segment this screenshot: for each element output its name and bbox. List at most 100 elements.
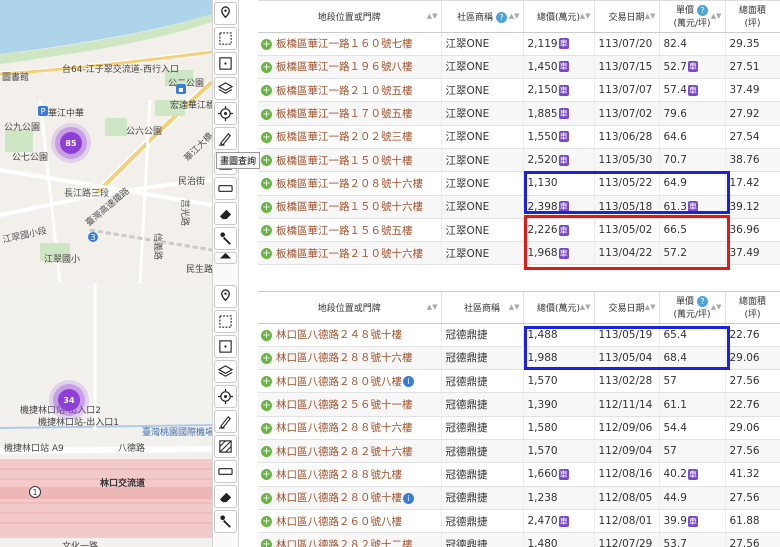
expand-plus-icon[interactable]: +: [261, 516, 272, 528]
expand-plus-icon[interactable]: +: [261, 85, 272, 97]
eraser-icon[interactable]: [214, 202, 237, 225]
sort-icon[interactable]: ▲▼: [580, 303, 591, 311]
address-text[interactable]: 板橋區華江一路１５６號五樓: [276, 225, 413, 237]
cell-address[interactable]: + 板橋區華江一路２０８號十六樓: [258, 171, 442, 196]
measure-area-icon[interactable]: [214, 52, 237, 75]
cell-address[interactable]: + 林口區八德路２４８號十樓: [258, 323, 442, 347]
cell-address[interactable]: + 林口區八德路２８８號九樓: [258, 462, 442, 487]
cell-address[interactable]: + 林口區八德路２８２號十二樓: [258, 532, 442, 547]
expand-plus-icon[interactable]: +: [261, 539, 272, 547]
cell-address[interactable]: + 板橋區華江一路２０２號三樓: [258, 125, 442, 149]
help-icon[interactable]: ?: [696, 5, 708, 17]
column-header-total-price[interactable]: 總價(萬元) ▲▼: [523, 292, 595, 324]
expand-plus-icon[interactable]: +: [261, 108, 272, 120]
expand-plus-icon[interactable]: +: [261, 329, 272, 341]
column-header-date[interactable]: 交易日期 ▲▼: [594, 292, 660, 324]
expand-plus-icon[interactable]: +: [261, 422, 272, 434]
sort-icon[interactable]: ▲▼: [427, 12, 438, 20]
cell-address[interactable]: + 板橋區華江一路１９６號八樓: [258, 55, 442, 80]
column-header-date[interactable]: 交易日期 ▲▼: [594, 1, 660, 33]
ruler-icon[interactable]: [214, 177, 237, 200]
address-text[interactable]: 板橋區華江一路２０８號十六樓: [276, 178, 423, 190]
table-row[interactable]: + 林口區八德路２８８號九樓 冠德鼎捷 1,660 車 112/08/16 40.2 車 41.…: [258, 462, 780, 487]
help-icon[interactable]: ?: [696, 296, 708, 308]
address-text[interactable]: 林口區八德路２８８號九樓: [276, 469, 402, 481]
address-text[interactable]: 林口區八德路２４８號十樓: [276, 329, 402, 341]
address-text[interactable]: 板橋區華江一路１５０號十樓: [276, 155, 413, 167]
expand-plus-icon[interactable]: +: [261, 352, 272, 364]
layers-icon[interactable]: [214, 360, 237, 383]
expand-plus-icon[interactable]: +: [261, 201, 272, 213]
expand-plus-icon[interactable]: +: [261, 492, 272, 504]
map-cluster-marker[interactable]: 34: [58, 389, 80, 411]
hatch-area-icon[interactable]: [214, 435, 237, 458]
column-header-area[interactable]: 總面積 (坪): [725, 1, 780, 33]
cell-address[interactable]: + 板橋區華江一路２１０號五樓: [258, 78, 442, 103]
cell-address[interactable]: + 板橋區華江一路１６０號七樓: [258, 32, 442, 56]
column-header-address[interactable]: 地段位置或門牌 ▲▼: [258, 292, 442, 324]
ruler-icon[interactable]: [214, 460, 237, 483]
table-row[interactable]: + 林口區八德路２８２號十二樓 冠德鼎捷 1,480 112/07/29 53.7 27.5…: [258, 532, 780, 547]
eraser-icon[interactable]: [214, 485, 237, 508]
pointer-icon[interactable]: [214, 510, 237, 533]
table-row[interactable]: + 板橋區華江一路２０２號三樓 江翠ONE 1,550 車 113/06/28 64.6 27…: [258, 125, 780, 149]
target-icon[interactable]: [214, 385, 237, 408]
table-row[interactable]: + 板橋區華江一路１５０號十樓 江翠ONE 2,520 車 113/05/30 70.7 38…: [258, 148, 780, 173]
address-text[interactable]: 板橋區華江一路１５０號十六樓: [276, 201, 423, 213]
column-header-address[interactable]: 地段位置或門牌 ▲▼: [258, 1, 442, 33]
column-header-total-price[interactable]: 總價(萬元) ▲▼: [523, 1, 595, 33]
pointer-icon[interactable]: [214, 227, 237, 250]
target-icon[interactable]: [214, 102, 237, 125]
map-cluster-marker[interactable]: 85: [60, 132, 82, 154]
table-row[interactable]: + 林口區八德路２５６號十一樓 冠德鼎捷 1,390 112/11/14 61.1 22.7…: [258, 392, 780, 417]
address-text[interactable]: 林口區八德路２８０號八樓: [276, 376, 402, 388]
address-text[interactable]: 板橋區華江一路２１０號五樓: [276, 85, 413, 97]
info-icon[interactable]: i: [403, 376, 414, 388]
measure-area-icon[interactable]: [214, 335, 237, 358]
cell-address[interactable]: + 板橋區華江一路１７０號五樓: [258, 101, 442, 126]
help-icon[interactable]: ?: [495, 11, 507, 23]
address-text[interactable]: 板橋區華江一路１６０號七樓: [276, 38, 413, 50]
address-text[interactable]: 林口區八德路２８８號十六樓: [276, 352, 413, 364]
info-icon[interactable]: i: [403, 492, 414, 504]
expand-plus-icon[interactable]: +: [261, 61, 272, 73]
expand-plus-icon[interactable]: +: [261, 131, 272, 143]
address-text[interactable]: 板橋區華江一路１７０號五樓: [276, 108, 413, 120]
location-pin-icon[interactable]: [214, 2, 237, 25]
cell-address[interactable]: + 林口區八德路２８２號十六樓: [258, 439, 442, 464]
expand-plus-icon[interactable]: +: [261, 155, 272, 167]
sort-icon[interactable]: ▲▼: [580, 12, 591, 20]
column-header-unit-price[interactable]: 單價 ? (萬元/坪) ▲▼: [659, 292, 726, 324]
map-panel-bottom[interactable]: 機捷林口站-出入口2 機捷林口站-出入口1 機捷林口站 A9 八德路 臺灣桃園國…: [0, 283, 212, 547]
cell-address[interactable]: + 林口區八德路２５６號十一樓: [258, 392, 442, 417]
expand-plus-icon[interactable]: +: [261, 469, 272, 481]
sort-icon[interactable]: ▲▼: [711, 12, 722, 20]
draw-query-icon[interactable]: [214, 410, 237, 433]
table-row[interactable]: + 林口區八德路２８８號十六樓 冠德鼎捷 1,580 112/09/06 54.4 29.0…: [258, 416, 780, 440]
cell-address[interactable]: + 林口區八德路２８０號八樓 i: [258, 369, 442, 394]
table-row[interactable]: + 板橋區華江一路１７０號五樓 江翠ONE 1,885 車 113/07/02 79.6 27…: [258, 101, 780, 126]
cell-address[interactable]: + 板橋區華江一路２１０號十六樓: [258, 241, 442, 266]
table-row[interactable]: + 林口區八德路２６０號八樓 冠德鼎捷 2,470 車 112/08/01 39.9 車 61.…: [258, 509, 780, 534]
table-row[interactable]: + 板橋區華江一路１９６號八樓 江翠ONE 1,450 車 113/07/15 52.7 車 2…: [258, 55, 780, 80]
expand-plus-icon[interactable]: +: [261, 38, 272, 50]
select-area-icon[interactable]: [214, 27, 237, 50]
table-row[interactable]: + 林口區八德路２８０號八樓 i 冠德鼎捷 1,570 113/02/28 57 27.56: [258, 369, 780, 394]
column-header-unit-price[interactable]: 單價 ? (萬元/坪) ▲▼: [659, 1, 726, 33]
cell-address[interactable]: + 板橋區華江一路１５６號五樓: [258, 218, 442, 243]
expand-plus-icon[interactable]: +: [261, 178, 272, 190]
expand-plus-icon[interactable]: +: [261, 376, 272, 388]
cell-address[interactable]: + 林口區八德路２８０號十樓 i: [258, 486, 442, 510]
column-header-community[interactable]: 社區商稱 ? ▲▼: [441, 1, 524, 33]
address-text[interactable]: 林口區八德路２６０號八樓: [276, 516, 402, 528]
select-area-icon[interactable]: [214, 310, 237, 333]
address-text[interactable]: 林口區八德路２８２號十六樓: [276, 446, 413, 458]
cell-address[interactable]: + 板橋區華江一路１５０號十六樓: [258, 195, 442, 219]
expand-plus-icon[interactable]: +: [261, 225, 272, 237]
address-text[interactable]: 林口區八德路２８０號十樓: [276, 492, 402, 504]
house-icon[interactable]: [214, 252, 237, 264]
table-row[interactable]: + 板橋區華江一路１６０號七樓 江翠ONE 2,119 車 113/07/20 82.4 29…: [258, 32, 780, 56]
address-text[interactable]: 板橋區華江一路２０２號三樓: [276, 131, 413, 143]
expand-plus-icon[interactable]: +: [261, 446, 272, 458]
column-header-area[interactable]: 總面積 (坪): [725, 292, 780, 324]
